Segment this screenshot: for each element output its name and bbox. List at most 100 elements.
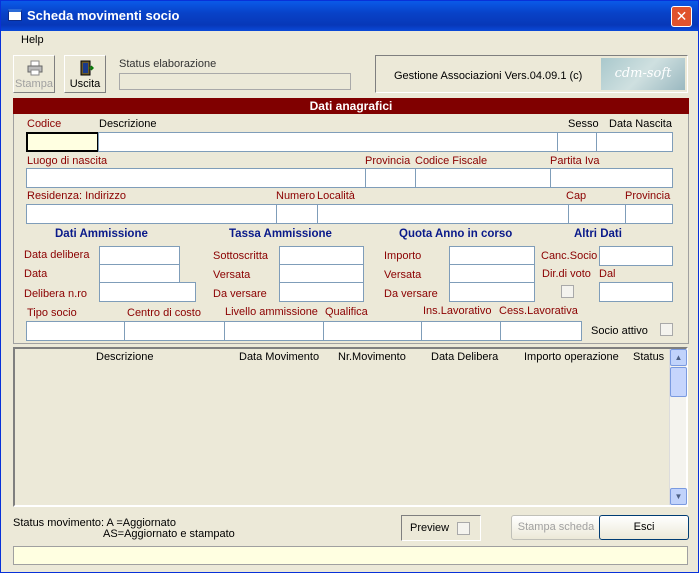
data-delibera-input[interactable]	[99, 246, 180, 266]
indirizzo-input[interactable]	[26, 204, 277, 224]
col-status[interactable]: Status	[633, 351, 664, 363]
luogo-nascita-input[interactable]	[26, 168, 366, 188]
col-nr-movimento[interactable]: Nr.Movimento	[338, 351, 406, 363]
tassa-versata-input[interactable]	[279, 264, 364, 284]
tassa-ammissione-heading: Tassa Ammissione	[229, 228, 332, 240]
quota-da-versare-input[interactable]	[449, 282, 535, 302]
numero-label: Numero	[276, 190, 316, 202]
quota-versata-input[interactable]	[449, 264, 535, 284]
version-panel: Gestione Associazioni Vers.04.09.1 (c) c…	[375, 55, 688, 93]
centro-costo-input[interactable]	[124, 321, 225, 341]
preview-group: Preview	[401, 515, 481, 541]
dati-ammissione-heading: Dati Ammissione	[55, 228, 148, 240]
data-ammissione-input[interactable]	[99, 264, 180, 284]
cap-label: Cap	[566, 190, 587, 202]
exit-door-icon	[80, 60, 94, 76]
provincia-residenza-input[interactable]	[625, 204, 673, 224]
provincia-nascita-input[interactable]	[365, 168, 416, 188]
data-nascita-label: Data Nascita	[609, 118, 672, 130]
exit-button-label: Uscita	[69, 78, 101, 90]
data-nascita-input[interactable]	[596, 132, 673, 152]
title-bar[interactable]: Scheda movimenti socio ✕	[1, 1, 698, 31]
tassa-da-versare-input[interactable]	[279, 282, 364, 302]
preview-checkbox[interactable]	[457, 522, 470, 535]
printer-icon	[27, 60, 43, 76]
ins-lavorativo-input[interactable]	[421, 321, 501, 341]
codice-fiscale-input[interactable]	[415, 168, 551, 188]
descrizione-input[interactable]	[98, 132, 558, 152]
residenza-label: Residenza: Indirizzo	[27, 190, 127, 202]
menu-bar: Help	[1, 32, 698, 50]
dal-input[interactable]	[599, 282, 673, 302]
data-delibera-label: Data delibera	[24, 249, 90, 261]
col-data-movimento[interactable]: Data Movimento	[239, 351, 319, 363]
socio-attivo-checkbox[interactable]	[660, 323, 673, 336]
descrizione-label: Descrizione	[99, 118, 157, 130]
partita-iva-input[interactable]	[550, 168, 673, 188]
cap-input[interactable]	[568, 204, 626, 224]
data-ammissione-label: Data	[24, 268, 48, 280]
altri-dati-heading: Altri Dati	[574, 228, 622, 240]
qualifica-label: Qualifica	[325, 306, 368, 318]
tassa-versata-label: Versata	[213, 269, 251, 281]
menu-help[interactable]: Help	[21, 34, 44, 46]
main-window: Scheda movimenti socio ✕ Help Stampa Usc…	[0, 0, 699, 573]
localita-input[interactable]	[317, 204, 569, 224]
scroll-thumb[interactable]	[670, 367, 687, 397]
quota-anno-heading: Quota Anno in corso	[399, 228, 513, 240]
tipo-socio-label: Tipo socio	[27, 307, 77, 319]
sesso-label: Sesso	[568, 118, 599, 130]
luogo-nascita-label: Luogo di nascita	[27, 155, 108, 167]
canc-socio-input[interactable]	[599, 246, 673, 266]
codice-input[interactable]	[26, 132, 99, 152]
movimenti-grid[interactable]: Descrizione Data Movimento Nr.Movimento …	[13, 347, 688, 507]
cess-lavorativa-input[interactable]	[500, 321, 582, 341]
tipo-socio-input[interactable]	[26, 321, 125, 341]
close-button[interactable]: ✕	[671, 6, 692, 27]
version-text: Gestione Associazioni Vers.04.09.1 (c)	[394, 70, 583, 82]
sottoscritta-label: Sottoscritta	[213, 250, 269, 262]
livello-ammissione-label: Livello ammissione	[225, 306, 318, 318]
preview-label: Preview	[410, 522, 450, 534]
print-button[interactable]: Stampa	[13, 55, 55, 93]
ins-lavorativo-label: Ins.Lavorativo	[423, 305, 492, 317]
status-elaborazione-label: Status elaborazione	[119, 58, 217, 70]
sesso-input[interactable]	[557, 132, 597, 152]
col-data-delibera[interactable]: Data Delibera	[431, 351, 498, 363]
grid-scrollbar[interactable]: ▲ ▼	[669, 349, 687, 505]
socio-attivo-label: Socio attivo	[591, 325, 648, 337]
sottoscritta-input[interactable]	[279, 246, 364, 266]
scroll-up-icon[interactable]: ▲	[670, 349, 687, 366]
section-title: Dati anagrafici	[13, 98, 689, 114]
col-importo-operazione[interactable]: Importo operazione	[524, 351, 619, 363]
delibera-nro-input[interactable]	[99, 282, 196, 302]
partita-iva-label: Partita Iva	[550, 155, 600, 167]
col-descrizione[interactable]: Descrizione	[96, 351, 153, 363]
scroll-down-icon[interactable]: ▼	[670, 488, 687, 505]
quota-da-versare-label: Da versare	[384, 288, 438, 300]
numero-input[interactable]	[276, 204, 318, 224]
cess-lavorativa-label: Cess.Lavorativa	[499, 305, 578, 317]
codice-fiscale-label: Codice Fiscale	[415, 155, 488, 167]
livello-ammissione-input[interactable]	[224, 321, 324, 341]
stampa-scheda-button[interactable]: Stampa scheda	[511, 515, 601, 540]
delibera-nro-label: Delibera n.ro	[24, 288, 87, 300]
company-logo: cdm-soft	[601, 58, 685, 90]
quota-versata-label: Versata	[384, 269, 422, 281]
qualifica-input[interactable]	[323, 321, 422, 341]
canc-socio-label: Canc.Socio	[541, 250, 598, 262]
localita-label: Località	[317, 190, 355, 202]
dir-voto-label: Dir.di voto	[542, 268, 591, 280]
dir-voto-checkbox[interactable]	[561, 285, 574, 298]
status-bar	[13, 546, 688, 565]
centro-costo-label: Centro di costo	[127, 307, 201, 319]
exit-button[interactable]: Uscita	[64, 55, 106, 93]
esci-button[interactable]: Esci	[599, 515, 689, 540]
window-icon	[8, 9, 22, 21]
provincia-residenza-label: Provincia	[625, 190, 671, 202]
status-elaborazione-progress	[119, 73, 351, 90]
status-movimento-legend: Status movimento: A =Aggiornato AS=Aggio…	[13, 518, 235, 540]
tassa-da-versare-label: Da versare	[213, 288, 267, 300]
window-title: Scheda movimenti socio	[27, 8, 180, 23]
importo-input[interactable]	[449, 246, 535, 266]
